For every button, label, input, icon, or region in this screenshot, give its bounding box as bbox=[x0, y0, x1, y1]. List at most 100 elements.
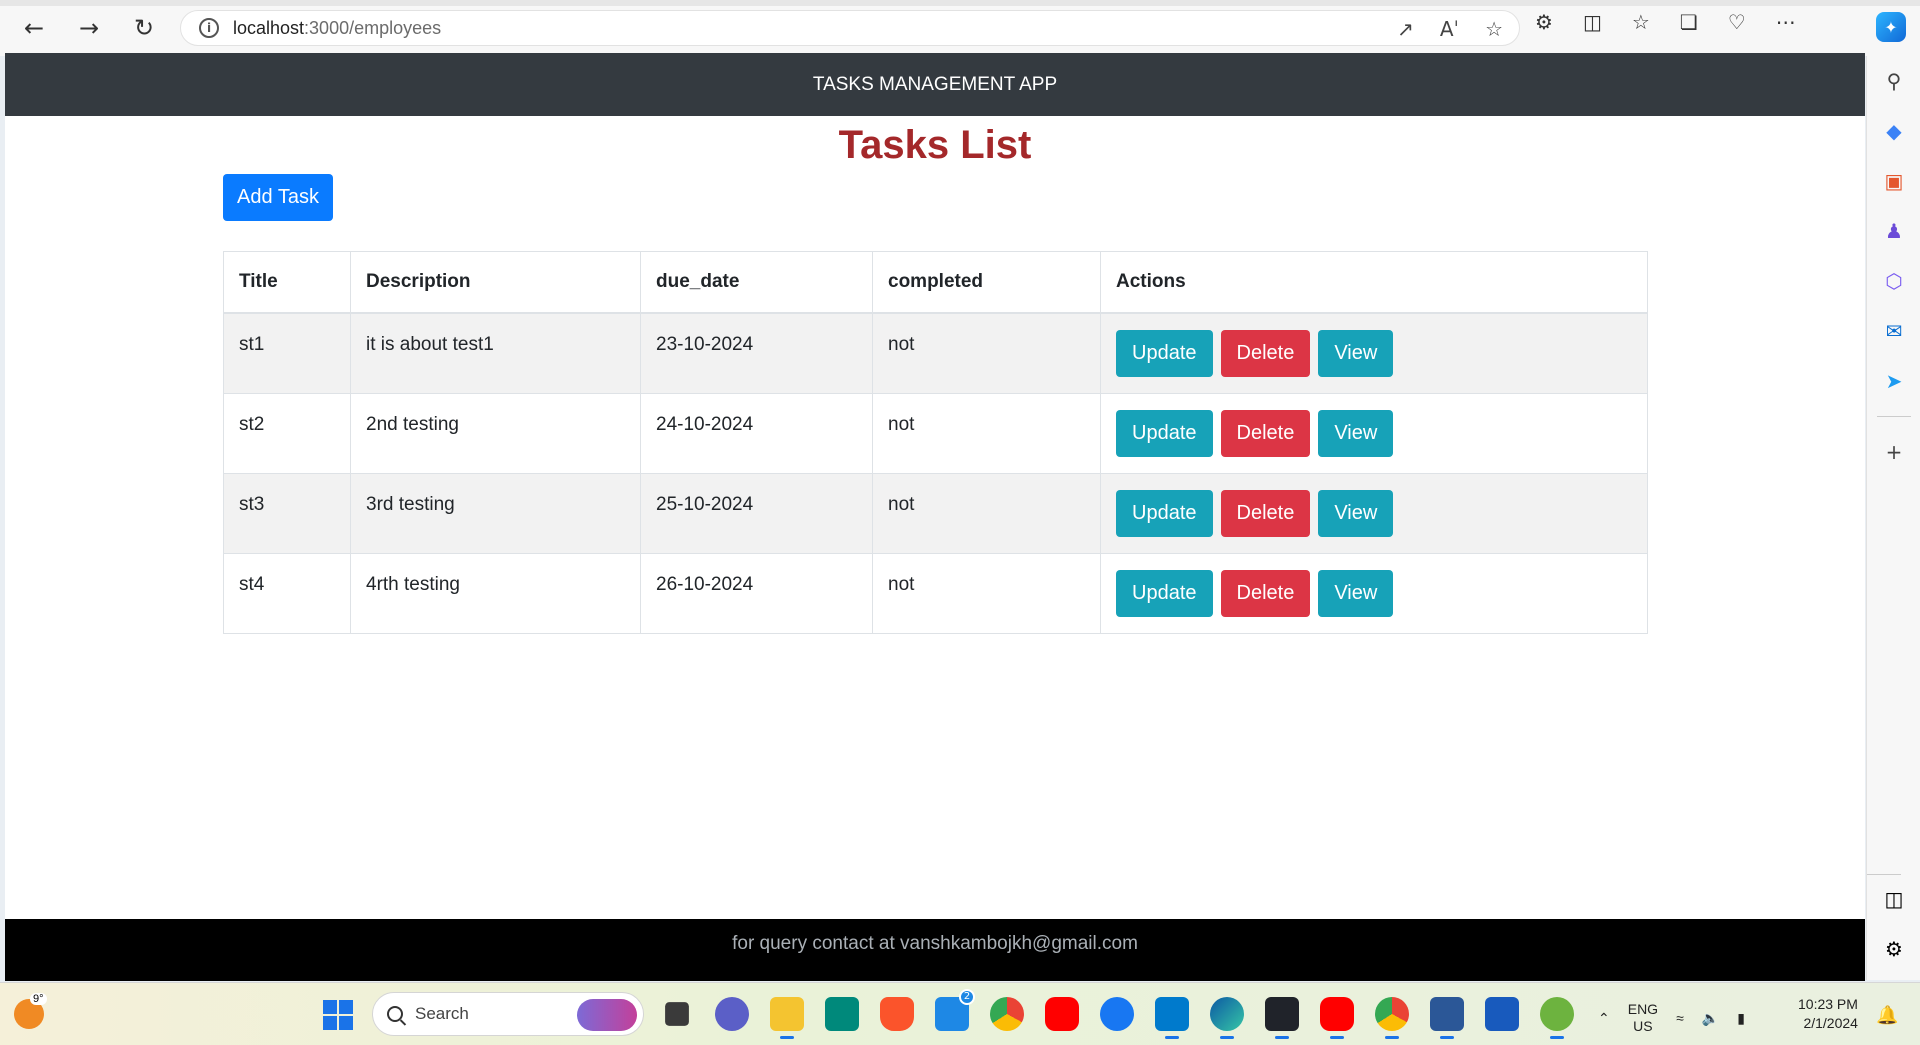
notification-bell-icon[interactable]: 🔔 bbox=[1876, 1005, 1898, 1026]
search-icon bbox=[387, 1006, 403, 1022]
system-clock[interactable]: 10:23 PM 2/1/2024 bbox=[1798, 995, 1858, 1033]
task-title: st1 bbox=[223, 312, 351, 394]
extensions-icon[interactable]: ⚙ bbox=[1535, 10, 1553, 34]
mail-icon[interactable]: 2 bbox=[935, 989, 975, 1031]
column-header-due-date: due_date bbox=[640, 251, 873, 314]
battery-icon[interactable]: ▮ bbox=[1737, 1010, 1745, 1027]
address-bar[interactable]: i localhost:3000/employees ↗ Aˈ ☆ bbox=[180, 10, 1520, 46]
view-button[interactable]: View bbox=[1318, 570, 1394, 617]
settings-gear-icon[interactable]: ⚙ bbox=[1867, 924, 1920, 974]
browser-sidebar: ⚲ ◆ ▣ ♟ ⬡ ✉ ➤ + ◫ ⚙ bbox=[1866, 56, 1920, 980]
app-title: TASKS MANAGEMENT APP bbox=[812, 73, 1058, 95]
spring-icon[interactable] bbox=[1540, 997, 1574, 1039]
add-task-button[interactable]: Add Task bbox=[223, 174, 333, 221]
update-button[interactable]: Update bbox=[1116, 490, 1213, 537]
task-actions: Update Delete View bbox=[1100, 473, 1648, 554]
app-footer: for query contact at vanshkambojkh@gmail… bbox=[5, 919, 1865, 981]
view-button[interactable]: View bbox=[1318, 490, 1394, 537]
table-row: st3 3rd testing 25-10-2024 not Update Del… bbox=[223, 473, 1648, 554]
clock-date: 2/1/2024 bbox=[1803, 1015, 1858, 1031]
task-due-date: 26-10-2024 bbox=[640, 553, 873, 634]
facebook-icon[interactable] bbox=[1100, 997, 1134, 1031]
task-completed: not bbox=[872, 312, 1101, 394]
task-description: 4rth testing bbox=[350, 553, 641, 634]
search-icon[interactable]: ⚲ bbox=[1867, 56, 1920, 106]
open-in-app-icon[interactable]: ↗ bbox=[1397, 17, 1414, 41]
tools-icon[interactable]: ▣ bbox=[1867, 156, 1920, 206]
brave-icon[interactable] bbox=[880, 997, 914, 1031]
back-icon[interactable]: ← bbox=[8, 2, 60, 54]
delete-button[interactable]: Delete bbox=[1220, 570, 1311, 617]
chrome-profile-icon[interactable] bbox=[1375, 997, 1409, 1039]
react-icon[interactable] bbox=[1265, 997, 1299, 1039]
task-description: 2nd testing bbox=[350, 393, 641, 474]
task-actions: Update Delete View bbox=[1100, 312, 1648, 394]
task-due-date: 24-10-2024 bbox=[640, 393, 873, 474]
task-title: st4 bbox=[223, 553, 351, 634]
sidebar-divider bbox=[1876, 416, 1911, 417]
games-icon[interactable]: ♟ bbox=[1867, 206, 1920, 256]
collections-icon[interactable]: ❏ bbox=[1680, 10, 1698, 34]
table-row: st2 2nd testing 24-10-2024 not Update Del… bbox=[223, 393, 1648, 474]
url-text[interactable]: localhost:3000/employees bbox=[233, 18, 441, 39]
copilot-icon[interactable]: ✦ bbox=[1876, 12, 1906, 42]
add-sidebar-item-icon[interactable]: + bbox=[1867, 427, 1920, 477]
youtube-app-icon[interactable] bbox=[1320, 997, 1354, 1039]
youtube-icon[interactable] bbox=[1045, 997, 1079, 1031]
task-due-date: 25-10-2024 bbox=[640, 473, 873, 554]
more-menu-icon[interactable]: ⋯ bbox=[1776, 10, 1796, 34]
favorites-icon[interactable]: ☆ bbox=[1632, 10, 1650, 34]
browser-essentials-icon[interactable]: ♡ bbox=[1728, 10, 1746, 34]
weather-temp: 9° bbox=[30, 993, 47, 1005]
meet-now-icon[interactable] bbox=[715, 997, 749, 1031]
view-button[interactable]: View bbox=[1318, 410, 1394, 457]
file-explorer-icon[interactable] bbox=[770, 997, 804, 1039]
task-completed: not bbox=[872, 473, 1101, 554]
forward-icon[interactable]: → bbox=[63, 2, 115, 54]
outlook-icon[interactable]: ✉ bbox=[1867, 306, 1920, 356]
update-button[interactable]: Update bbox=[1116, 570, 1213, 617]
table-row: st1 it is about test1 23-10-2024 not Upd… bbox=[223, 312, 1648, 394]
delete-button[interactable]: Delete bbox=[1220, 410, 1311, 457]
vscode-icon[interactable] bbox=[1155, 997, 1189, 1039]
remote-desktop-icon[interactable] bbox=[1430, 997, 1464, 1039]
page-title: Tasks List bbox=[838, 123, 1032, 167]
refresh-icon[interactable]: ↻ bbox=[118, 2, 170, 54]
word-icon[interactable] bbox=[1485, 997, 1519, 1031]
update-button[interactable]: Update bbox=[1116, 410, 1213, 457]
clock-time: 10:23 PM bbox=[1798, 996, 1858, 1012]
taskbar-search[interactable]: Search bbox=[372, 992, 644, 1036]
wifi-icon[interactable]: ≈ bbox=[1676, 1010, 1684, 1026]
browser-toolbar: ← → ↻ i localhost:3000/employees ↗ Aˈ ☆ … bbox=[0, 0, 1920, 56]
task-view-icon[interactable] bbox=[665, 1002, 689, 1026]
chrome-icon[interactable] bbox=[990, 997, 1024, 1031]
delete-button[interactable]: Delete bbox=[1220, 330, 1311, 377]
task-completed: not bbox=[872, 393, 1101, 474]
read-aloud-icon[interactable]: Aˈ bbox=[1440, 17, 1459, 41]
edge-icon[interactable] bbox=[1210, 997, 1244, 1039]
table-row: st4 4rth testing 26-10-2024 not Update De… bbox=[223, 553, 1648, 634]
favorite-star-icon[interactable]: ☆ bbox=[1485, 17, 1503, 41]
drop-icon[interactable]: ➤ bbox=[1867, 356, 1920, 406]
task-actions: Update Delete View bbox=[1100, 553, 1648, 634]
split-screen-icon[interactable]: ◫ bbox=[1583, 10, 1602, 34]
hide-sidebar-icon[interactable]: ◫ bbox=[1867, 874, 1920, 924]
update-button[interactable]: Update bbox=[1116, 330, 1213, 377]
view-button[interactable]: View bbox=[1318, 330, 1394, 377]
shopping-icon[interactable]: ◆ bbox=[1867, 106, 1920, 156]
language-indicator[interactable]: ENG US bbox=[1628, 1001, 1658, 1035]
taskbar-search-label: Search bbox=[415, 1004, 469, 1023]
site-info-icon[interactable]: i bbox=[199, 18, 219, 38]
task-description: 3rd testing bbox=[350, 473, 641, 554]
language-line2: US bbox=[1633, 1018, 1653, 1034]
microsoft365-icon[interactable]: ⬡ bbox=[1867, 256, 1920, 306]
task-title: st2 bbox=[223, 393, 351, 474]
mail-badge: 2 bbox=[959, 989, 975, 1005]
table-header-row: Title Description due_date completed Act… bbox=[223, 251, 1648, 314]
windows-start-icon[interactable] bbox=[323, 1000, 353, 1030]
show-hidden-icons-icon[interactable]: ⌃ bbox=[1598, 1010, 1610, 1027]
google-meet-icon[interactable] bbox=[825, 997, 859, 1031]
delete-button[interactable]: Delete bbox=[1220, 490, 1311, 537]
task-actions: Update Delete View bbox=[1100, 393, 1648, 474]
volume-icon[interactable]: 🔈 bbox=[1702, 1010, 1719, 1027]
